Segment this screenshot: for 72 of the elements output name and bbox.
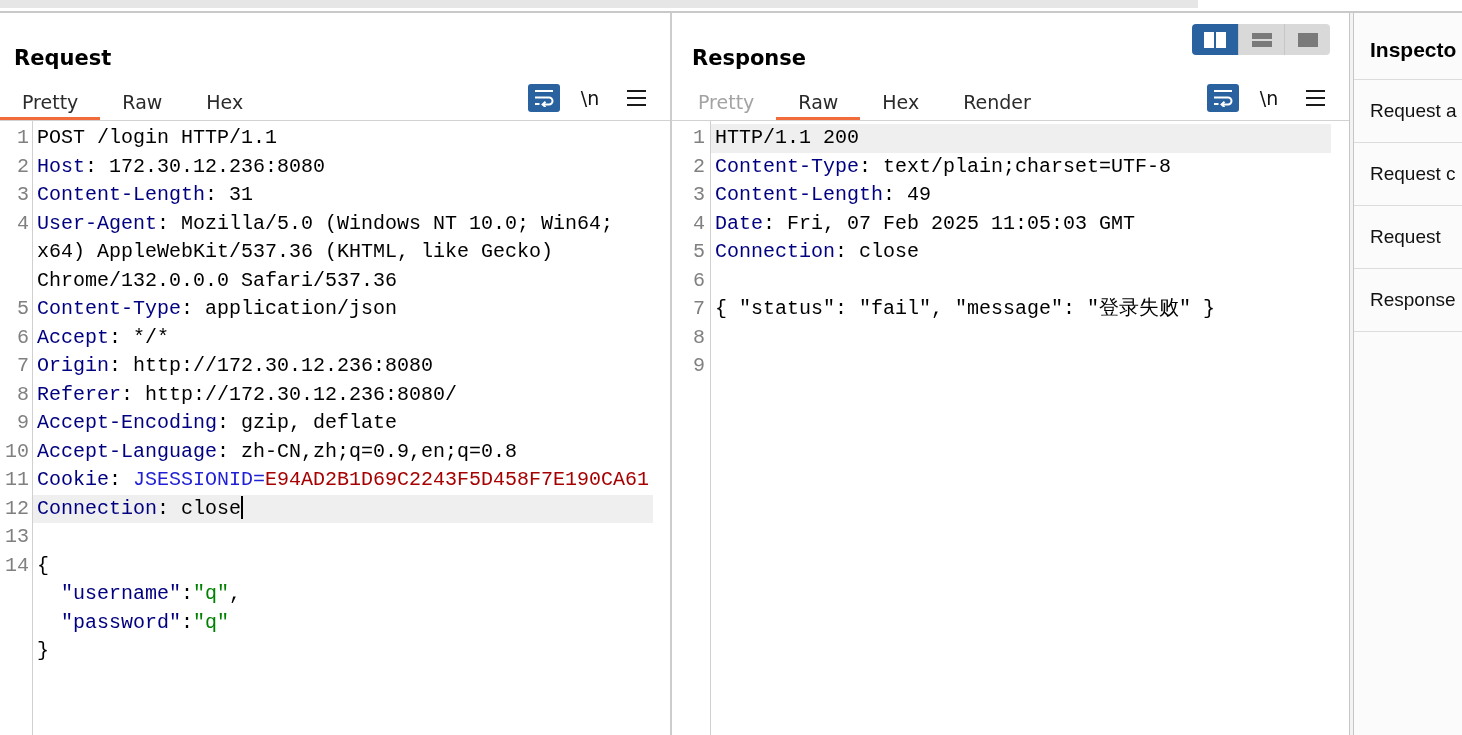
line-number: 8	[17, 382, 29, 406]
code-line: Accept-Language: zh-CN,zh;q=0.9,en;q=0.8	[37, 439, 518, 463]
layout-button[interactable]	[1192, 24, 1238, 55]
two-rows-icon	[1251, 32, 1272, 47]
line-number: 2	[693, 154, 705, 178]
code-line: User-Agent: Mozilla/5.0 (Windows NT 10.0; Win64; x64) AppleWebKit/537.36 (KHTML, like Gecko) Chrome/132.0.0.0 Safari/537.36	[37, 211, 615, 292]
code-line: Date: Fri, 07 Feb 2025 11:05:03 GMT	[715, 211, 1136, 235]
line-number: 1	[17, 126, 29, 149]
view-tab[interactable]: Render	[941, 80, 1053, 120]
line-number: 13	[5, 525, 29, 548]
line-number: 9	[17, 411, 29, 434]
code-line: Origin: http://172.30.12.236:8080	[37, 354, 434, 377]
code-line: Content-Length: 49	[715, 183, 932, 206]
line-number: 6	[693, 268, 705, 292]
code-line: POST /login HTTP/1.1	[37, 126, 278, 149]
layout-button[interactable]	[1284, 24, 1330, 55]
line-number: 8	[693, 325, 705, 349]
newline-toggle[interactable]: \n	[574, 84, 606, 112]
code-line: "username":"q",	[60, 582, 242, 605]
code-line: Content-Type: application/json	[37, 297, 398, 320]
layout-button[interactable]	[1238, 24, 1284, 55]
code-line: Content-Type: text/plain;charset=UTF-8	[715, 154, 1172, 178]
menu-icon	[626, 90, 646, 106]
code-line: {	[37, 553, 49, 577]
menu-icon	[1305, 90, 1325, 106]
line-number: 6	[17, 325, 29, 349]
square-icon	[1297, 32, 1318, 47]
line-number: 11	[5, 468, 29, 491]
code-line: { "status": "fail", "message": "登录失败" }	[715, 297, 1216, 320]
view-tab[interactable]: Hex	[860, 80, 942, 120]
inspector-section[interactable]: Response	[1354, 269, 1462, 332]
line-number: 4	[17, 211, 29, 235]
two-columns-icon	[1204, 31, 1226, 48]
inspector-section[interactable]: Request	[1354, 206, 1462, 269]
inspector-section[interactable]: Request c	[1354, 143, 1462, 206]
line-number: 7	[693, 297, 705, 320]
line-number: 14	[5, 553, 29, 577]
line-number: 12	[5, 496, 29, 520]
wrap-icon	[534, 89, 554, 107]
newline-toggle[interactable]: \n	[1253, 84, 1285, 112]
wrap-button[interactable]	[1207, 84, 1239, 112]
line-number: 3	[693, 183, 705, 206]
code-line: Cookie: JSESSIONID=E94AD2B1D69C2243F5D458F7E190CA61	[37, 468, 650, 491]
view-tab[interactable]: Hex	[184, 80, 266, 120]
line-number: 3	[17, 183, 29, 206]
view-tab[interactable]: Raw	[776, 80, 861, 120]
code-line: Connection: close	[37, 496, 242, 520]
code-line: Host: 172.30.12.236:8080	[37, 154, 326, 178]
line-number: 5	[17, 297, 29, 320]
line-number: 9	[693, 354, 705, 377]
line-number: 10	[5, 439, 29, 463]
code-line: }	[37, 639, 49, 662]
line-number: 2	[17, 154, 29, 178]
wrap-button[interactable]	[528, 84, 560, 112]
line-number: 5	[693, 240, 705, 263]
panel-title: Inspecto	[1370, 37, 1458, 63]
wrap-icon	[1213, 89, 1233, 107]
inspector-section[interactable]: Request a	[1354, 80, 1462, 143]
view-tab[interactable]: Raw	[100, 80, 185, 120]
pane-title: Request	[14, 45, 112, 71]
code-line: Accept: */*	[37, 325, 170, 349]
line-number: 7	[17, 354, 29, 377]
code-line: Referer: http://172.30.12.236:8080/	[37, 382, 458, 406]
line-number: 4	[693, 211, 705, 235]
code-line: "password":"q"	[60, 610, 230, 634]
line-number: 1	[693, 126, 705, 149]
code-line: Accept-Encoding: gzip, deflate	[37, 411, 398, 434]
code-line: HTTP/1.1 200	[715, 126, 860, 149]
code-line: Content-Length: 31	[37, 183, 254, 206]
pane-title: Response	[692, 45, 807, 71]
view-tab[interactable]: Pretty	[0, 80, 101, 120]
code-line: Connection: close	[715, 240, 920, 263]
